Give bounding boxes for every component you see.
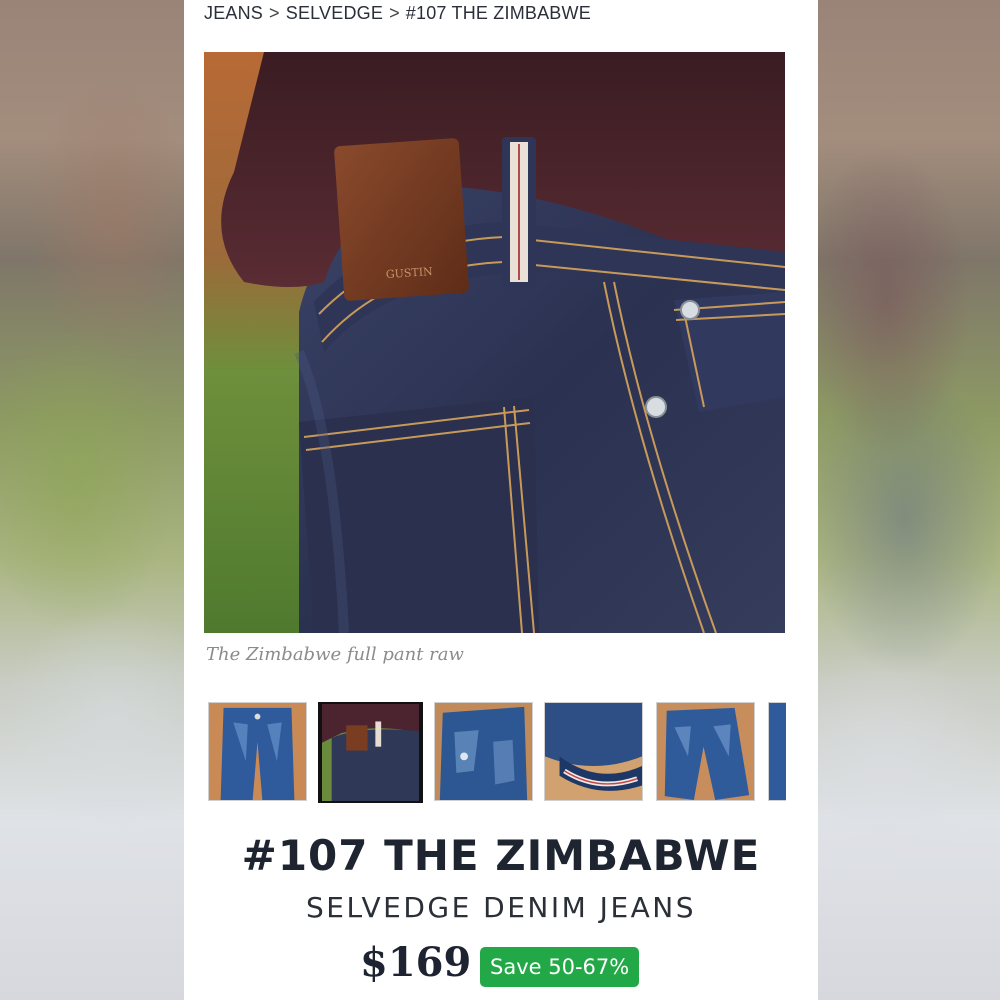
blurred-background-right [810, 0, 1000, 1000]
thumbnail-1[interactable] [318, 702, 423, 803]
breadcrumb-separator: > [389, 3, 400, 23]
thumbnail-cuff-selvedge [545, 703, 642, 800]
thumbnail-3[interactable] [544, 702, 643, 801]
screenshot-frame: JEANS > SELVEDGE > #107 THE ZIMBABWE GUS… [0, 0, 1000, 1000]
product-subtitle: SELVEDGE DENIM JEANS [305, 891, 697, 924]
breadcrumb-link-jeans[interactable]: JEANS [204, 3, 263, 24]
thumbnail-partial-next [769, 703, 786, 800]
product-main-image[interactable]: GUSTIN [204, 52, 785, 633]
jeans-back-photo: GUSTIN [204, 52, 785, 633]
product-title: #107 THE ZIMBABWE [241, 831, 761, 880]
thumbnail-strip [208, 702, 786, 803]
blurred-background-left [0, 0, 190, 1000]
image-caption: The Zimbabwe full pant raw [206, 644, 464, 665]
breadcrumb-current-product: #107 THE ZIMBABWE [405, 3, 591, 23]
thumbnail-front-faded-floor [657, 703, 754, 800]
thumbnail-front-distressed [435, 703, 532, 800]
product-price: $169 [360, 939, 472, 986]
thumbnail-4[interactable] [656, 702, 755, 801]
thumbnail-0[interactable] [208, 702, 307, 801]
thumbnail-2[interactable] [434, 702, 533, 801]
breadcrumb-link-selvedge[interactable]: SELVEDGE [286, 3, 383, 24]
thumbnail-back-raw [322, 704, 419, 801]
product-page: JEANS > SELVEDGE > #107 THE ZIMBABWE GUS… [184, 0, 818, 1000]
thumbnail-5[interactable] [768, 702, 786, 801]
thumbnail-front-faded [209, 703, 306, 800]
breadcrumb: JEANS > SELVEDGE > #107 THE ZIMBABWE [204, 3, 591, 24]
save-badge: Save 50-67% [480, 947, 640, 987]
breadcrumb-separator: > [269, 3, 280, 23]
